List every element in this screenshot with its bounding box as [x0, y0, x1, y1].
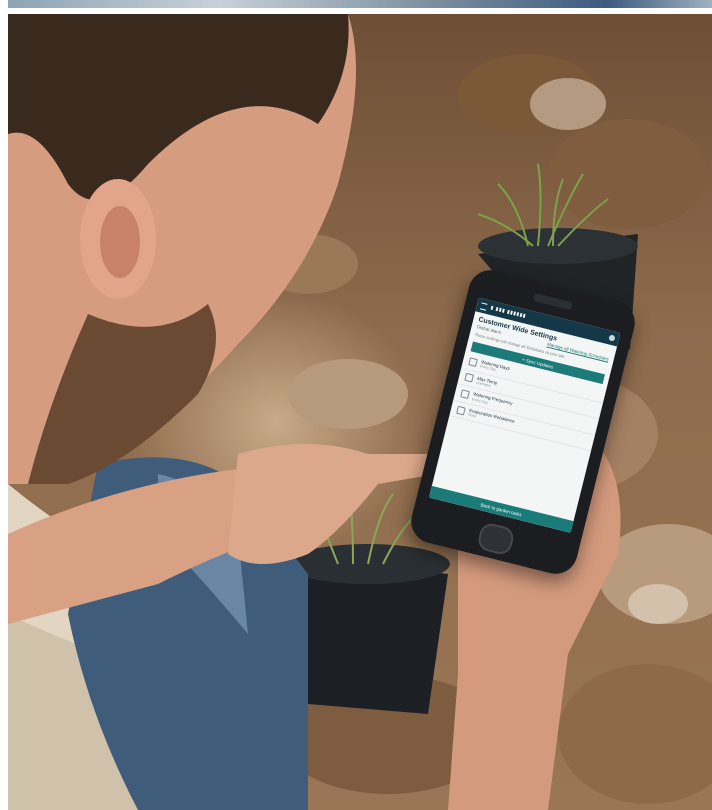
menu-icon[interactable] [480, 301, 488, 311]
ear-inner [100, 206, 140, 278]
calendar-icon [468, 357, 478, 367]
user-icon[interactable] [608, 334, 616, 342]
droplet-icon [460, 389, 470, 399]
photo: ▮ ▮▮▮ ▮▮▮▮▮▮ Customer Wide Settings Glob… [8, 14, 712, 810]
soil-clump [288, 359, 408, 429]
rock [628, 584, 688, 624]
soil-clump [548, 119, 708, 229]
rock [530, 78, 606, 130]
thermometer-icon [464, 373, 474, 383]
top-image-strip [8, 0, 712, 8]
sun-icon [456, 405, 466, 416]
